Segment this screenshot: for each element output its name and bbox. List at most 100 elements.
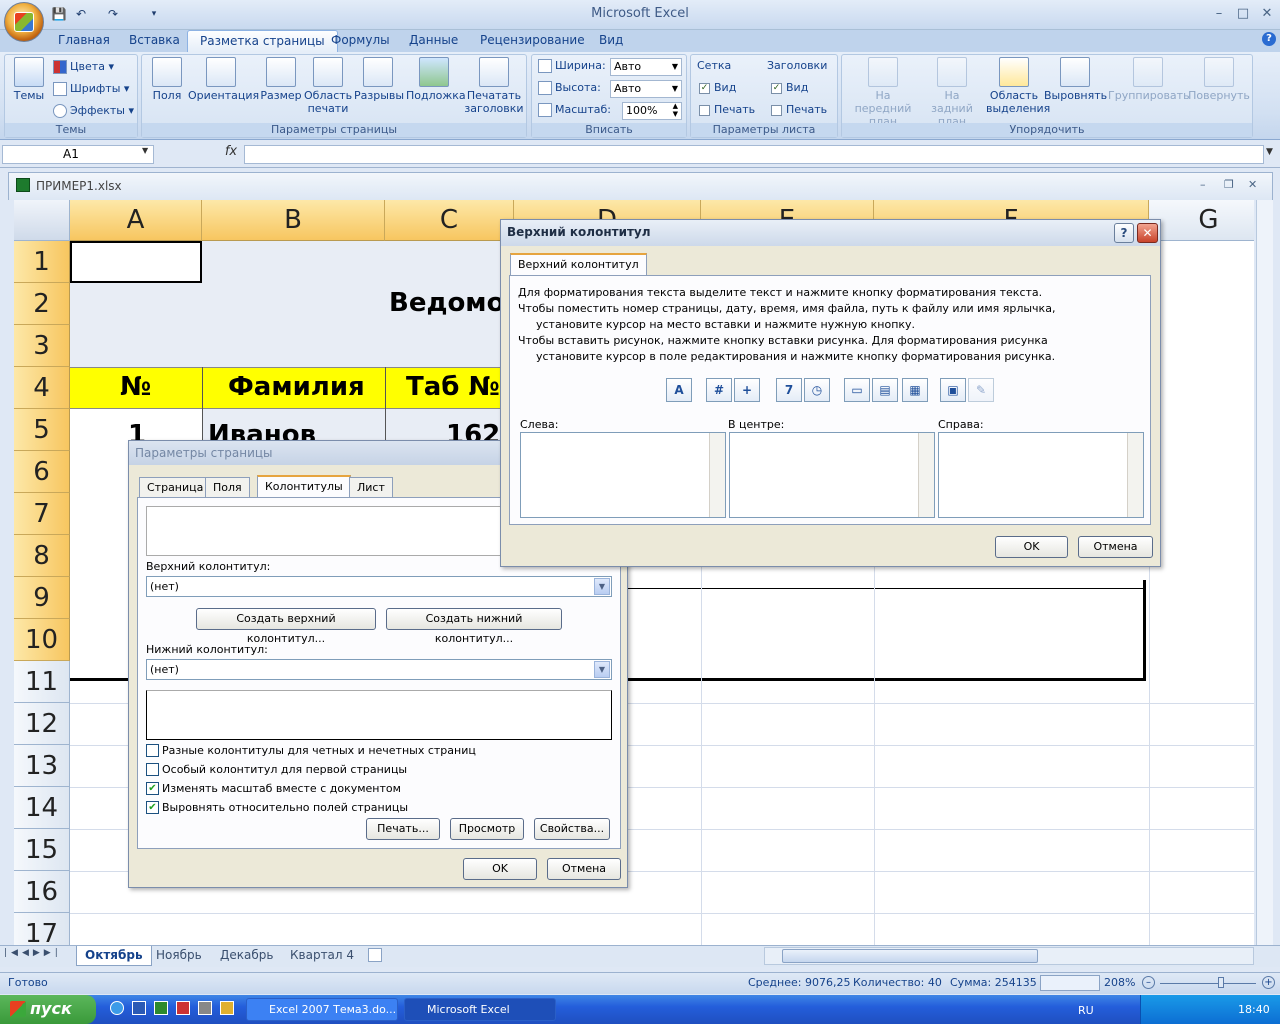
zoom-slider-thumb[interactable] [1218, 977, 1224, 988]
insert-date-icon[interactable]: 7 [776, 378, 802, 402]
sheet-tab-october[interactable]: Октябрь [76, 946, 152, 966]
row-header-7[interactable]: 7 [14, 493, 70, 535]
tab-data[interactable]: Данные [397, 30, 470, 52]
vertical-scrollbar[interactable] [1256, 200, 1273, 945]
help-icon[interactable]: ? [1262, 32, 1276, 46]
header-select[interactable]: (нет) ▼ [146, 576, 612, 597]
row-header-10[interactable]: 10 [14, 619, 70, 661]
size-button[interactable]: Размер [258, 57, 304, 102]
office-button[interactable] [4, 2, 44, 42]
effects-button[interactable]: Эффекты ▾ [53, 103, 134, 119]
close-icon[interactable]: ✕ [1256, 5, 1278, 23]
scale-spinner[interactable]: 100% ▲ ▼ [622, 102, 682, 120]
page-setup-ok-button[interactable]: OK [463, 858, 537, 880]
gridlines-view-checkbox[interactable]: ✓ Вид [699, 80, 736, 96]
breaks-button[interactable]: Разрывы [354, 57, 404, 102]
create-footer-button[interactable]: Создать нижний колонтитул... [386, 608, 562, 645]
group-button[interactable]: Группировать [1108, 57, 1190, 102]
headings-view-checkbox[interactable]: ✓ Вид [771, 80, 808, 96]
app-quicklaunch-icon[interactable] [198, 1001, 212, 1015]
tab-review[interactable]: Рецензирование [468, 30, 597, 52]
zoom-slider[interactable] [1160, 983, 1256, 984]
right-section-scrollbar[interactable] [1127, 433, 1143, 517]
insert-page-count-icon[interactable]: + [734, 378, 760, 402]
gridlines-print-checkbox[interactable]: Печать [699, 102, 755, 118]
bring-front-button[interactable]: На передний план [846, 57, 920, 128]
row-header-3[interactable]: 3 [14, 325, 70, 367]
themes-button[interactable]: Темы [9, 57, 49, 102]
colors-button[interactable]: Цвета ▾ [53, 59, 114, 75]
margins-button[interactable]: Поля [148, 57, 186, 102]
insert-file-path-icon[interactable]: ▭ [844, 378, 870, 402]
header-ok-button[interactable]: OK [995, 536, 1068, 558]
sheet-tab-december[interactable]: Декабрь [212, 946, 281, 966]
insert-file-name-icon[interactable]: ▤ [872, 378, 898, 402]
rotate-button[interactable]: Повернуть [1188, 57, 1250, 102]
word-quicklaunch-icon[interactable] [132, 1001, 146, 1015]
tab-header[interactable]: Верхний колонтитул [510, 253, 647, 275]
properties-button[interactable]: Свойства... [534, 818, 610, 840]
language-indicator[interactable]: RU [1078, 1004, 1094, 1017]
col-header-b[interactable]: B [202, 200, 385, 241]
tab-formulas[interactable]: Формулы [319, 30, 402, 52]
print-area-button[interactable]: Область печати [304, 57, 352, 115]
preview-button[interactable]: Просмотр [450, 818, 524, 840]
row-header-8[interactable]: 8 [14, 535, 70, 577]
active-cell-a1[interactable] [70, 241, 202, 283]
align-margins-checkbox[interactable]: ✔ [146, 801, 159, 814]
insert-time-icon[interactable]: ◷ [804, 378, 830, 402]
row-header-13[interactable]: 13 [14, 745, 70, 787]
insert-sheet-icon[interactable] [368, 948, 382, 962]
scale-with-document-checkbox[interactable]: ✔ [146, 782, 159, 795]
ppt-quicklaunch-icon[interactable] [176, 1001, 190, 1015]
tab-page[interactable]: Страница [139, 477, 212, 497]
print-titles-button[interactable]: Печатать заголовки [464, 57, 524, 115]
send-back-button[interactable]: На задний план [922, 57, 982, 128]
minimize-icon[interactable]: – [1208, 5, 1230, 23]
excel-quicklaunch-icon[interactable] [154, 1001, 168, 1015]
center-section-scrollbar[interactable] [918, 433, 934, 517]
row-header-1[interactable]: 1 [14, 241, 70, 283]
col-header-c[interactable]: C [385, 200, 514, 241]
tab-insert[interactable]: Вставка [117, 30, 192, 52]
different-first-page-checkbox[interactable] [146, 763, 159, 776]
insert-sheet-name-icon[interactable]: ▦ [902, 378, 928, 402]
headings-print-checkbox[interactable]: Печать [771, 102, 827, 118]
tab-header-footer[interactable]: Колонтитулы [257, 475, 351, 497]
insert-function-button[interactable]: fx [220, 144, 242, 164]
tab-sheet[interactable]: Лист [349, 477, 393, 497]
row-header-12[interactable]: 12 [14, 703, 70, 745]
wb-close-icon[interactable]: ✕ [1248, 178, 1257, 191]
select-all-corner[interactable] [14, 200, 70, 241]
row-header-15[interactable]: 15 [14, 829, 70, 871]
format-text-icon[interactable]: A [666, 378, 692, 402]
zoom-in-icon[interactable]: + [1262, 976, 1275, 989]
header-cancel-button[interactable]: Отмена [1078, 536, 1153, 558]
width-combo[interactable]: Авто ▼ [610, 58, 682, 76]
sheet-tab-quarter4[interactable]: Квартал 4 [282, 946, 362, 966]
row-header-9[interactable]: 9 [14, 577, 70, 619]
tab-home[interactable]: Главная [46, 30, 122, 52]
maximize-icon[interactable]: □ [1232, 5, 1254, 23]
right-section-input[interactable] [938, 432, 1144, 518]
wb-restore-icon[interactable]: ❐ [1224, 178, 1234, 191]
sheet-nav-arrows-icon[interactable]: |◀◀▶▶| [4, 948, 62, 958]
zoom-out-icon[interactable]: – [1142, 976, 1155, 989]
format-picture-icon[interactable]: ✎ [968, 378, 994, 402]
orientation-button[interactable]: Ориентация [188, 57, 259, 102]
insert-picture-icon[interactable]: ▣ [940, 378, 966, 402]
page-setup-cancel-button[interactable]: Отмена [547, 858, 621, 880]
row-header-16[interactable]: 16 [14, 871, 70, 913]
print-button[interactable]: Печать... [366, 818, 440, 840]
create-header-button[interactable]: Создать верхний колонтитул... [196, 608, 376, 645]
name-box-dropdown-icon[interactable]: ▼ [142, 146, 148, 155]
col-header-a[interactable]: A [70, 200, 202, 241]
close-icon[interactable]: ✕ [1137, 223, 1158, 243]
row-header-6[interactable]: 6 [14, 451, 70, 493]
row-header-11[interactable]: 11 [14, 661, 70, 703]
task-word-document[interactable]: Excel 2007 Тема3.do... [246, 998, 398, 1021]
left-section-scrollbar[interactable] [709, 433, 725, 517]
task-excel[interactable]: Microsoft Excel [404, 998, 556, 1021]
ie-icon[interactable] [110, 1001, 124, 1015]
tab-margins[interactable]: Поля [205, 477, 250, 497]
